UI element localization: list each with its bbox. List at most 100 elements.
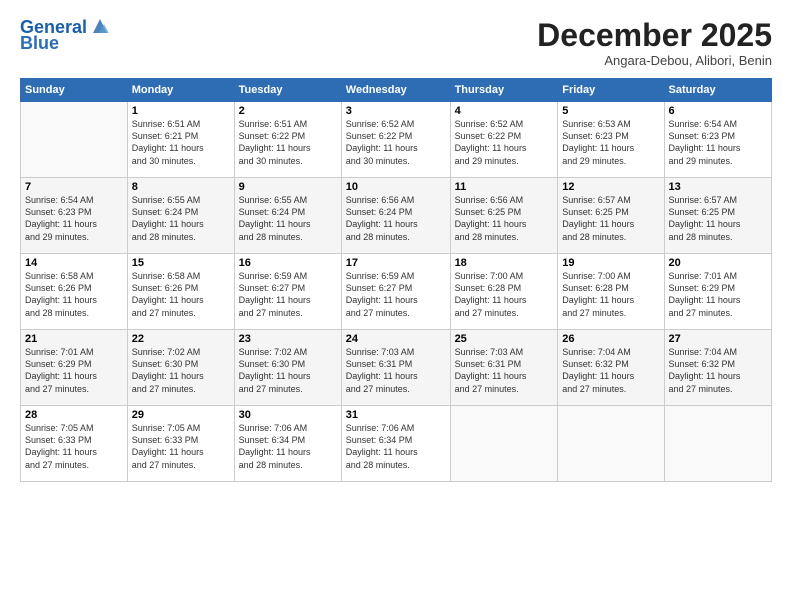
day-info: Sunrise: 7:05 AM Sunset: 6:33 PM Dayligh… <box>132 422 230 471</box>
day-cell <box>664 406 771 482</box>
day-info: Sunrise: 6:52 AM Sunset: 6:22 PM Dayligh… <box>346 118 446 167</box>
day-cell <box>450 406 558 482</box>
day-cell <box>558 406 664 482</box>
day-info: Sunrise: 7:00 AM Sunset: 6:28 PM Dayligh… <box>562 270 659 319</box>
subtitle: Angara-Debou, Alibori, Benin <box>537 53 772 68</box>
day-info: Sunrise: 6:54 AM Sunset: 6:23 PM Dayligh… <box>669 118 767 167</box>
day-info: Sunrise: 6:55 AM Sunset: 6:24 PM Dayligh… <box>239 194 337 243</box>
day-cell: 16Sunrise: 6:59 AM Sunset: 6:27 PM Dayli… <box>234 254 341 330</box>
day-info: Sunrise: 7:03 AM Sunset: 6:31 PM Dayligh… <box>346 346 446 395</box>
day-number: 21 <box>25 333 123 345</box>
day-cell: 2Sunrise: 6:51 AM Sunset: 6:22 PM Daylig… <box>234 102 341 178</box>
day-info: Sunrise: 6:54 AM Sunset: 6:23 PM Dayligh… <box>25 194 123 243</box>
day-number: 19 <box>562 257 659 269</box>
logo-text2: Blue <box>20 34 59 54</box>
day-info: Sunrise: 7:04 AM Sunset: 6:32 PM Dayligh… <box>562 346 659 395</box>
day-number: 24 <box>346 333 446 345</box>
day-number: 10 <box>346 181 446 193</box>
day-cell: 23Sunrise: 7:02 AM Sunset: 6:30 PM Dayli… <box>234 330 341 406</box>
header-row: Sunday Monday Tuesday Wednesday Thursday… <box>21 79 772 102</box>
col-saturday: Saturday <box>664 79 771 102</box>
day-cell: 27Sunrise: 7:04 AM Sunset: 6:32 PM Dayli… <box>664 330 771 406</box>
calendar-table: Sunday Monday Tuesday Wednesday Thursday… <box>20 78 772 482</box>
day-number: 6 <box>669 105 767 117</box>
day-cell: 7Sunrise: 6:54 AM Sunset: 6:23 PM Daylig… <box>21 178 128 254</box>
day-info: Sunrise: 6:56 AM Sunset: 6:24 PM Dayligh… <box>346 194 446 243</box>
day-number: 1 <box>132 105 230 117</box>
col-sunday: Sunday <box>21 79 128 102</box>
week-row-5: 28Sunrise: 7:05 AM Sunset: 6:33 PM Dayli… <box>21 406 772 482</box>
day-info: Sunrise: 7:04 AM Sunset: 6:32 PM Dayligh… <box>669 346 767 395</box>
day-info: Sunrise: 7:02 AM Sunset: 6:30 PM Dayligh… <box>132 346 230 395</box>
day-info: Sunrise: 7:05 AM Sunset: 6:33 PM Dayligh… <box>25 422 123 471</box>
day-info: Sunrise: 7:06 AM Sunset: 6:34 PM Dayligh… <box>239 422 337 471</box>
day-number: 30 <box>239 409 337 421</box>
day-number: 3 <box>346 105 446 117</box>
day-info: Sunrise: 6:51 AM Sunset: 6:21 PM Dayligh… <box>132 118 230 167</box>
day-cell: 14Sunrise: 6:58 AM Sunset: 6:26 PM Dayli… <box>21 254 128 330</box>
day-info: Sunrise: 6:59 AM Sunset: 6:27 PM Dayligh… <box>239 270 337 319</box>
week-row-2: 7Sunrise: 6:54 AM Sunset: 6:23 PM Daylig… <box>21 178 772 254</box>
day-number: 17 <box>346 257 446 269</box>
day-info: Sunrise: 6:58 AM Sunset: 6:26 PM Dayligh… <box>132 270 230 319</box>
day-info: Sunrise: 6:56 AM Sunset: 6:25 PM Dayligh… <box>455 194 554 243</box>
header: General Blue December 2025 Angara-Debou,… <box>20 18 772 68</box>
day-info: Sunrise: 7:00 AM Sunset: 6:28 PM Dayligh… <box>455 270 554 319</box>
day-info: Sunrise: 6:57 AM Sunset: 6:25 PM Dayligh… <box>669 194 767 243</box>
day-cell: 1Sunrise: 6:51 AM Sunset: 6:21 PM Daylig… <box>127 102 234 178</box>
page: General Blue December 2025 Angara-Debou,… <box>0 0 792 612</box>
title-block: December 2025 Angara-Debou, Alibori, Ben… <box>537 18 772 68</box>
day-cell: 3Sunrise: 6:52 AM Sunset: 6:22 PM Daylig… <box>341 102 450 178</box>
col-thursday: Thursday <box>450 79 558 102</box>
day-cell: 18Sunrise: 7:00 AM Sunset: 6:28 PM Dayli… <box>450 254 558 330</box>
day-cell: 9Sunrise: 6:55 AM Sunset: 6:24 PM Daylig… <box>234 178 341 254</box>
day-number: 28 <box>25 409 123 421</box>
day-cell: 11Sunrise: 6:56 AM Sunset: 6:25 PM Dayli… <box>450 178 558 254</box>
day-cell: 17Sunrise: 6:59 AM Sunset: 6:27 PM Dayli… <box>341 254 450 330</box>
day-number: 8 <box>132 181 230 193</box>
day-number: 22 <box>132 333 230 345</box>
day-number: 13 <box>669 181 767 193</box>
day-cell: 21Sunrise: 7:01 AM Sunset: 6:29 PM Dayli… <box>21 330 128 406</box>
day-cell: 12Sunrise: 6:57 AM Sunset: 6:25 PM Dayli… <box>558 178 664 254</box>
day-cell: 8Sunrise: 6:55 AM Sunset: 6:24 PM Daylig… <box>127 178 234 254</box>
day-number: 18 <box>455 257 554 269</box>
day-cell: 19Sunrise: 7:00 AM Sunset: 6:28 PM Dayli… <box>558 254 664 330</box>
day-cell: 5Sunrise: 6:53 AM Sunset: 6:23 PM Daylig… <box>558 102 664 178</box>
day-cell <box>21 102 128 178</box>
day-cell: 4Sunrise: 6:52 AM Sunset: 6:22 PM Daylig… <box>450 102 558 178</box>
day-info: Sunrise: 6:58 AM Sunset: 6:26 PM Dayligh… <box>25 270 123 319</box>
day-number: 25 <box>455 333 554 345</box>
logo-icon <box>89 15 111 37</box>
day-info: Sunrise: 6:57 AM Sunset: 6:25 PM Dayligh… <box>562 194 659 243</box>
day-info: Sunrise: 6:55 AM Sunset: 6:24 PM Dayligh… <box>132 194 230 243</box>
day-number: 12 <box>562 181 659 193</box>
day-number: 5 <box>562 105 659 117</box>
week-row-1: 1Sunrise: 6:51 AM Sunset: 6:21 PM Daylig… <box>21 102 772 178</box>
day-cell: 28Sunrise: 7:05 AM Sunset: 6:33 PM Dayli… <box>21 406 128 482</box>
day-cell: 26Sunrise: 7:04 AM Sunset: 6:32 PM Dayli… <box>558 330 664 406</box>
day-cell: 13Sunrise: 6:57 AM Sunset: 6:25 PM Dayli… <box>664 178 771 254</box>
day-cell: 15Sunrise: 6:58 AM Sunset: 6:26 PM Dayli… <box>127 254 234 330</box>
week-row-3: 14Sunrise: 6:58 AM Sunset: 6:26 PM Dayli… <box>21 254 772 330</box>
day-cell: 10Sunrise: 6:56 AM Sunset: 6:24 PM Dayli… <box>341 178 450 254</box>
day-number: 29 <box>132 409 230 421</box>
day-info: Sunrise: 6:53 AM Sunset: 6:23 PM Dayligh… <box>562 118 659 167</box>
day-cell: 30Sunrise: 7:06 AM Sunset: 6:34 PM Dayli… <box>234 406 341 482</box>
day-info: Sunrise: 7:06 AM Sunset: 6:34 PM Dayligh… <box>346 422 446 471</box>
day-cell: 24Sunrise: 7:03 AM Sunset: 6:31 PM Dayli… <box>341 330 450 406</box>
week-row-4: 21Sunrise: 7:01 AM Sunset: 6:29 PM Dayli… <box>21 330 772 406</box>
day-number: 16 <box>239 257 337 269</box>
day-number: 4 <box>455 105 554 117</box>
day-number: 20 <box>669 257 767 269</box>
day-cell: 29Sunrise: 7:05 AM Sunset: 6:33 PM Dayli… <box>127 406 234 482</box>
day-info: Sunrise: 7:01 AM Sunset: 6:29 PM Dayligh… <box>25 346 123 395</box>
day-info: Sunrise: 6:52 AM Sunset: 6:22 PM Dayligh… <box>455 118 554 167</box>
day-info: Sunrise: 7:03 AM Sunset: 6:31 PM Dayligh… <box>455 346 554 395</box>
day-number: 14 <box>25 257 123 269</box>
day-number: 27 <box>669 333 767 345</box>
day-cell: 25Sunrise: 7:03 AM Sunset: 6:31 PM Dayli… <box>450 330 558 406</box>
day-number: 2 <box>239 105 337 117</box>
day-number: 11 <box>455 181 554 193</box>
day-number: 15 <box>132 257 230 269</box>
